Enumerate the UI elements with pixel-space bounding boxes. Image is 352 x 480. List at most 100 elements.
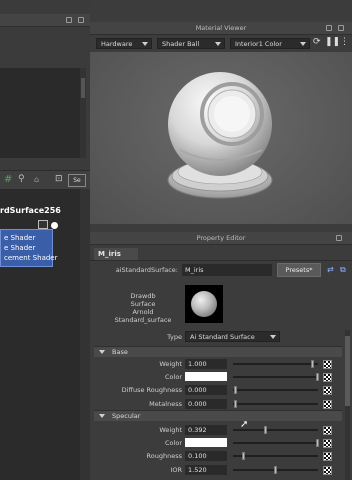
specular-roughness-input[interactable]: 0.100 bbox=[185, 451, 227, 461]
base-weight-slider[interactable] bbox=[233, 363, 318, 365]
metalness-input[interactable]: 0.000 bbox=[185, 399, 227, 409]
tab-m-iris-label: M_iris bbox=[98, 250, 121, 258]
base-section-header[interactable]: Base bbox=[94, 346, 342, 357]
panel-options-icon[interactable] bbox=[66, 17, 72, 23]
specular-weight-input[interactable]: 0.392 bbox=[185, 425, 227, 435]
specular-color-label: Color bbox=[165, 439, 182, 447]
panel-options-icon[interactable] bbox=[336, 235, 342, 241]
shader-node[interactable]: rdSurface256 e Shader e Shader cement Sh… bbox=[0, 206, 61, 268]
shader-node-title: rdSurface256 bbox=[0, 206, 61, 217]
texture-map-icon[interactable] bbox=[323, 373, 332, 382]
ior-label: IOR bbox=[170, 466, 182, 474]
more-options-icon[interactable]: ⋮ bbox=[340, 37, 349, 47]
ior-slider-handle[interactable] bbox=[274, 466, 277, 474]
material-swatch-thumbnail[interactable] bbox=[185, 285, 223, 323]
left-panel-header bbox=[0, 14, 90, 27]
environment-dropdown-value: Interior1 Color bbox=[235, 40, 282, 48]
left-scrollbar-thumb[interactable] bbox=[81, 78, 85, 98]
environment-dropdown[interactable]: Interior1 Color bbox=[230, 38, 310, 49]
base-color-slider-handle[interactable] bbox=[316, 373, 319, 381]
base-color-slider[interactable] bbox=[233, 376, 318, 378]
base-color-swatch[interactable] bbox=[185, 372, 227, 381]
type-dropdown[interactable]: Ai Standard Surface bbox=[185, 331, 280, 342]
swatch-caption-line: Standard_surface bbox=[114, 316, 172, 324]
panel-close-icon[interactable] bbox=[338, 25, 344, 31]
left-scrollbar-lower[interactable] bbox=[80, 189, 90, 480]
specular-weight-slider-handle[interactable] bbox=[264, 426, 267, 434]
tab-m-iris[interactable]: M_iris bbox=[94, 248, 138, 260]
panel-options-icon[interactable] bbox=[326, 25, 332, 31]
shader-ball-preview bbox=[167, 72, 273, 199]
property-editor-scrollbar-thumb[interactable] bbox=[345, 336, 350, 406]
node-port-row[interactable]: cement Shader bbox=[4, 253, 57, 263]
node-port-row[interactable]: e Shader bbox=[4, 233, 35, 243]
hide-icon[interactable]: ⧉ bbox=[340, 265, 346, 275]
specular-roughness-value: 0.100 bbox=[188, 452, 207, 460]
texture-map-icon[interactable] bbox=[323, 466, 332, 475]
material-preview-viewport[interactable] bbox=[90, 52, 352, 224]
diffuse-roughness-slider-handle[interactable] bbox=[234, 386, 237, 394]
chevron-down-icon bbox=[270, 335, 276, 339]
property-editor-scrollbar[interactable] bbox=[345, 330, 350, 480]
node-output-port-icon[interactable] bbox=[51, 222, 58, 229]
node-name-input[interactable]: M_iris bbox=[182, 264, 272, 276]
specular-section-header[interactable]: Specular bbox=[94, 410, 342, 421]
collapse-arrow-icon bbox=[99, 350, 105, 354]
pause-icon[interactable]: ❚❚ bbox=[325, 37, 340, 47]
geometry-dropdown[interactable]: Shader Ball bbox=[157, 38, 225, 49]
left-scrollbar[interactable] bbox=[80, 68, 86, 158]
diffuse-roughness-slider[interactable] bbox=[233, 389, 318, 391]
diffuse-roughness-input[interactable]: 0.000 bbox=[185, 385, 227, 395]
base-weight-value: 1.000 bbox=[188, 360, 207, 368]
toolbar-search-button[interactable]: Se bbox=[68, 174, 86, 187]
metalness-slider[interactable] bbox=[233, 403, 318, 405]
chevron-down-icon bbox=[142, 42, 148, 46]
texture-map-icon[interactable] bbox=[323, 426, 332, 435]
texture-map-icon[interactable] bbox=[323, 439, 332, 448]
chevron-down-icon bbox=[300, 42, 306, 46]
show-icon[interactable]: ⇄ bbox=[327, 265, 334, 274]
select-nodes-icon[interactable]: ⚲ bbox=[18, 174, 25, 184]
base-weight-input[interactable]: 1.000 bbox=[185, 359, 227, 369]
material-viewer-header: Material Viewer bbox=[90, 22, 352, 35]
specular-color-swatch[interactable] bbox=[185, 438, 227, 447]
metalness-slider-handle[interactable] bbox=[234, 400, 237, 408]
graph-layout-icon[interactable]: ⌂ bbox=[34, 175, 39, 184]
type-label: Type bbox=[167, 333, 182, 341]
specular-section-title: Specular bbox=[112, 412, 141, 420]
node-type-label: aiStandardSurface: bbox=[115, 266, 178, 274]
ior-input[interactable]: 1.520 bbox=[185, 465, 227, 475]
grid-icon[interactable]: # bbox=[4, 174, 12, 185]
specular-color-slider-handle[interactable] bbox=[316, 439, 319, 447]
geometry-dropdown-value: Shader Ball bbox=[162, 40, 200, 48]
property-editor-header: Property Editor bbox=[90, 232, 352, 245]
texture-map-icon[interactable] bbox=[323, 360, 332, 369]
base-weight-slider-handle[interactable] bbox=[311, 360, 314, 368]
specular-weight-label: Weight bbox=[159, 426, 182, 434]
texture-map-icon[interactable] bbox=[323, 386, 332, 395]
renderer-dropdown-value: Hardware bbox=[101, 40, 133, 48]
specular-roughness-slider-handle[interactable] bbox=[242, 452, 245, 460]
type-dropdown-value: Ai Standard Surface bbox=[190, 333, 255, 341]
renderer-dropdown[interactable]: Hardware bbox=[96, 38, 152, 49]
panel-close-icon[interactable] bbox=[78, 17, 84, 23]
shader-node-title-text: rdSurface256 bbox=[0, 206, 61, 215]
chevron-down-icon bbox=[215, 42, 221, 46]
frame-icon[interactable]: ⊡ bbox=[55, 174, 63, 184]
presets-button[interactable]: Presets* bbox=[277, 263, 321, 277]
tab-bar-divider bbox=[90, 260, 352, 261]
left-toolbar: # ⚲ ⌂ ⊡ Se bbox=[0, 170, 90, 190]
node-graph-viewport-top[interactable] bbox=[0, 68, 80, 158]
swatch-caption-line: Surface bbox=[130, 300, 156, 308]
node-attribute-icon[interactable] bbox=[38, 220, 48, 229]
node-port-row[interactable]: e Shader bbox=[4, 243, 35, 253]
property-editor-title: Property Editor bbox=[196, 234, 246, 242]
texture-map-icon[interactable] bbox=[323, 400, 332, 409]
texture-map-icon[interactable] bbox=[323, 452, 332, 461]
ior-value: 1.520 bbox=[188, 466, 207, 474]
specular-color-slider[interactable] bbox=[233, 442, 318, 444]
snapshot-icon[interactable]: ⟳ bbox=[313, 37, 321, 47]
collapse-arrow-icon bbox=[99, 414, 105, 418]
base-color-label: Color bbox=[165, 373, 182, 381]
specular-roughness-slider[interactable] bbox=[233, 455, 318, 457]
